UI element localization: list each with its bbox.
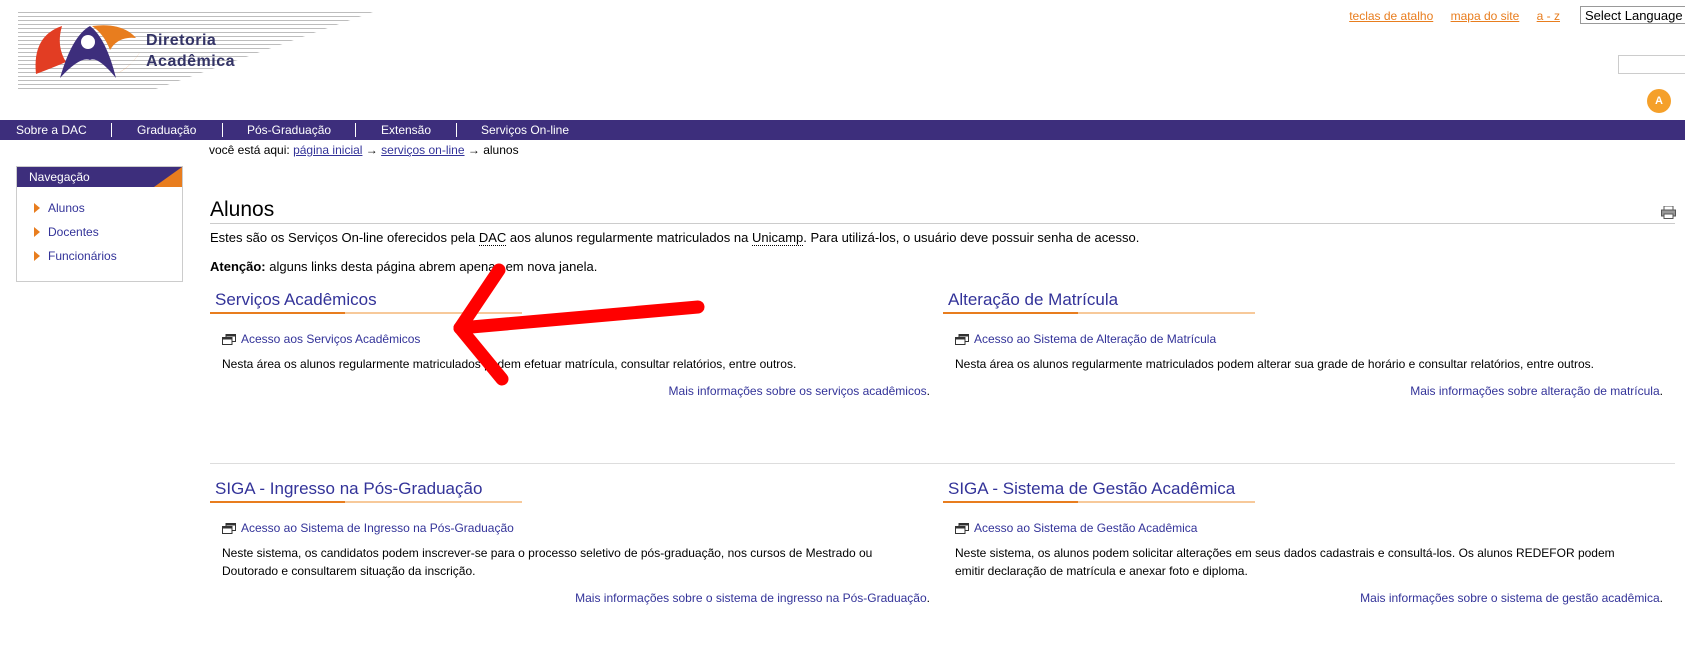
nav-separator — [222, 123, 223, 137]
breadcrumb-separator: → — [365, 143, 378, 157]
page-title: Alunos — [210, 198, 275, 221]
intro-mid: aos alunos regularmente matriculados na — [509, 230, 749, 245]
section-siga-ingresso: SIGA - Ingresso na Pós-Graduação Acesso … — [210, 478, 930, 608]
nav-extensao[interactable]: Extensão — [381, 120, 431, 140]
intro-post: . Para utilizá-los, o usuário deve possu… — [803, 230, 1140, 245]
new-window-icon — [955, 523, 969, 534]
print-icon[interactable] — [1661, 206, 1676, 219]
logo-line-1: Diretoria — [146, 32, 217, 49]
title-divider — [210, 223, 1675, 224]
accessibility-button[interactable]: A — [1647, 89, 1671, 113]
more-info-wrapper: Mais informações sobre o sistema de gest… — [1360, 591, 1663, 605]
sidebar-item-label: Alunos — [48, 201, 85, 215]
arrow-right-icon — [34, 227, 40, 237]
nav-separator — [456, 123, 457, 137]
more-info-wrapper: Mais informações sobre alteração de matr… — [1410, 384, 1663, 398]
siga-gestao-link[interactable]: Acesso ao Sistema de Gestão Acadêmica — [974, 521, 1197, 535]
sidebar-item-docentes[interactable]: Docentes — [34, 225, 99, 239]
language-select[interactable]: Select Language — [1580, 6, 1685, 24]
section-underline — [943, 501, 1255, 503]
sidebar-navigation: Navegação Alunos Docentes Funcionários — [16, 166, 183, 282]
logo-emblem-icon — [35, 25, 140, 78]
logo-line-2: Acadêmica — [146, 53, 235, 70]
intro-abbr-unicamp: Unicamp — [751, 230, 804, 246]
main-navigation: Sobre a DAC Graduação Pós-Graduação Exte… — [0, 120, 1685, 140]
breadcrumb-separator: → — [467, 143, 480, 157]
alteracao-matricula-link[interactable]: Acesso ao Sistema de Alteração de Matríc… — [974, 332, 1216, 346]
sidebar-item-label: Funcionários — [48, 249, 117, 263]
section-description: Neste sistema, os candidatos podem inscr… — [222, 546, 873, 578]
breadcrumb-current: alunos — [483, 143, 519, 157]
section-description: Neste sistema, os alunos podem solicitar… — [955, 546, 1615, 578]
siga-ingresso-link[interactable]: Acesso ao Sistema de Ingresso na Pós-Gra… — [241, 521, 514, 535]
sidebar-item-label: Docentes — [48, 225, 99, 239]
sidebar-item-funcionarios[interactable]: Funcionários — [34, 249, 117, 263]
intro-abbr-dac: DAC — [478, 230, 507, 246]
section-title: SIGA - Sistema de Gestão Acadêmica — [948, 479, 1236, 498]
breadcrumb-prefix: você está aqui: — [209, 143, 290, 157]
breadcrumb: você está aqui: página inicial → serviço… — [209, 143, 519, 157]
section-divider — [210, 463, 1675, 464]
section-siga-gestao: SIGA - Sistema de Gestão Acadêmica Acess… — [943, 478, 1663, 608]
more-info-gestao-link[interactable]: Mais informações sobre o sistema de gest… — [1360, 591, 1659, 605]
breadcrumb-services-link[interactable]: serviços on-line — [381, 143, 464, 157]
nav-sobre-a-dac[interactable]: Sobre a DAC — [16, 120, 87, 140]
new-window-icon — [222, 523, 236, 534]
arrow-right-icon — [34, 203, 40, 213]
nav-pos-graduacao[interactable]: Pós-Graduação — [247, 120, 331, 140]
section-description: Nesta área os alunos regularmente matric… — [955, 357, 1595, 371]
attention-label: Atenção: — [210, 259, 266, 274]
more-info-alteracao-link[interactable]: Mais informações sobre alteração de matr… — [1410, 384, 1659, 398]
top-links: teclas de atalho mapa do site a - z — [1335, 9, 1560, 23]
dac-logo[interactable]: Diretoria Acadêmica — [18, 12, 373, 90]
breadcrumb-home-link[interactable]: página inicial — [293, 143, 362, 157]
section-alteracao-matricula: Alteração de Matrícula Acesso ao Sistema… — [943, 289, 1663, 401]
shortcut-keys-link[interactable]: teclas de atalho — [1349, 9, 1433, 23]
intro-text: Estes são os Serviços On-line oferecidos… — [210, 230, 1140, 246]
nav-graduacao[interactable]: Graduação — [137, 120, 196, 140]
site-map-link[interactable]: mapa do site — [1451, 9, 1520, 23]
a-z-link[interactable]: a - z — [1537, 9, 1560, 23]
arrow-right-icon — [34, 251, 40, 261]
new-window-icon — [222, 334, 236, 345]
servicos-academicos-link[interactable]: Acesso aos Serviços Acadêmicos — [241, 332, 420, 346]
logo-text: Diretoria Acadêmica — [146, 30, 235, 72]
sidebar-title: Navegação — [17, 167, 182, 187]
section-title: SIGA - Ingresso na Pós-Graduação — [215, 479, 483, 498]
search-input[interactable] — [1618, 55, 1685, 74]
nav-servicos-online[interactable]: Serviços On-line — [481, 120, 569, 140]
sidebar-item-alunos[interactable]: Alunos — [34, 201, 85, 215]
section-underline — [943, 312, 1255, 314]
section-title: Alteração de Matrícula — [948, 290, 1119, 309]
more-info-wrapper: Mais informações sobre o sistema de ingr… — [575, 591, 930, 605]
new-window-icon — [955, 334, 969, 345]
more-info-ingresso-link[interactable]: Mais informações sobre o sistema de ingr… — [575, 591, 927, 605]
red-arrow-annotation-icon — [453, 263, 705, 386]
section-underline — [210, 501, 522, 503]
intro-pre: Estes são os Serviços On-line oferecidos… — [210, 230, 476, 245]
nav-separator — [355, 123, 356, 137]
nav-separator — [111, 123, 112, 137]
